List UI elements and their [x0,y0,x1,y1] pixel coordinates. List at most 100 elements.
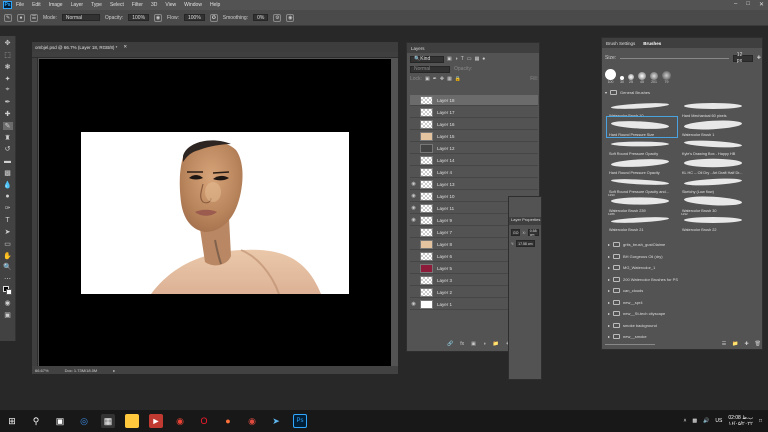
tab-brush-settings[interactable]: Brush Settings [606,41,635,46]
brush-tool-icon[interactable]: ✎ [2,121,13,131]
brush-folder[interactable]: ▸ BH Gorgeous Oil (dry) [608,253,663,259]
network-icon[interactable]: ▩ [692,418,697,424]
preset-brush-4[interactable]: 45 [638,72,646,84]
menu-image[interactable]: Image [49,2,63,8]
layer-filter-select[interactable]: 🔍 Kind [410,55,444,63]
add-mask-icon[interactable]: ▣ [471,341,476,349]
minimize-icon[interactable]: – [734,1,737,8]
maximize-icon[interactable]: □ [746,1,750,8]
brush-settings-icon[interactable]: ☰ [30,13,38,22]
brush-preset[interactable]: Watercolor Brush 30 [680,193,750,213]
smoothing-settings-icon[interactable]: ⚙ [273,13,282,22]
preset-brush-1[interactable]: 100 [605,69,616,84]
size-slider[interactable] [620,57,729,59]
calculator-icon[interactable]: ▦ [101,414,115,428]
tab-brushes[interactable]: Brushes [643,41,661,46]
brush-preset[interactable]: Watercolor Brush 21 1286 [607,212,677,232]
adjustment-layer-icon[interactable]: ◑ [483,341,486,349]
brush-folder[interactable]: ▸ 200 Watercolor Brushes for PS [608,276,678,282]
telegram-icon[interactable]: ➤ [269,414,283,428]
brush-preset[interactable]: Watercolor Brush 239 1293 [607,193,677,213]
size-input[interactable]: 12 px [732,52,753,64]
general-brushes-group[interactable]: ▾ General Brushes [605,90,650,95]
brush-preset[interactable]: Soft Round Pressure Opacity [607,136,677,156]
pen-tool-icon[interactable]: ✑ [3,204,13,213]
brush-size-icon[interactable]: ● [17,13,25,22]
menu-layer[interactable]: Layer [71,2,84,8]
mode-select[interactable]: Normal [61,14,100,21]
fx-icon[interactable]: fx [460,341,464,349]
visibility-eye-icon[interactable]: ◉ [410,205,417,211]
brush-preset[interactable]: Watercolor Brush 1 [680,117,750,137]
flow-input[interactable]: 100% [184,14,205,21]
menu-help[interactable]: Help [210,2,220,8]
eyedropper-tool-icon[interactable]: ✒ [3,98,13,107]
pressure-opacity-icon[interactable]: ◉ [154,13,163,22]
lock-artboard-icon[interactable]: ▦ [447,76,452,82]
eraser-tool-icon[interactable]: ▬ [3,157,13,166]
more-tools-icon[interactable]: ⋯ [3,275,13,284]
layer-row[interactable]: ◉ Layer 13 [410,179,538,190]
magic-wand-tool-icon[interactable]: ✦ [3,74,13,83]
layer-row[interactable]: Layer 17 [410,107,538,118]
layer-row[interactable]: Layer 14 [410,155,538,166]
artwork-canvas[interactable] [81,132,349,294]
layers-tab[interactable]: Layers [407,43,539,53]
marquee-tool-icon[interactable]: ⬚ [3,51,13,60]
visibility-eye-icon[interactable]: ◉ [410,193,417,199]
photoshop-taskbar-icon[interactable]: Ps [293,414,307,428]
filter-adjust-icon[interactable]: ◑ [455,56,458,62]
lock-pixels-icon[interactable]: ▣ [425,76,430,82]
smoothing-input[interactable]: 0% [253,14,269,21]
delete-brush-icon[interactable]: 🗑 [755,341,761,347]
layer-row[interactable]: Layer 18 [410,95,538,106]
new-preset-icon[interactable]: ✚ [757,55,761,61]
w-input[interactable]: 0.58 cm [527,229,539,237]
visibility-eye-icon[interactable]: ◉ [410,301,417,307]
file-explorer-icon[interactable] [125,414,139,428]
dodge-tool-icon[interactable]: ● [3,192,13,201]
brush-preset[interactable]: Kyle's Drawing Box - Happy HB [680,136,750,156]
hand-tool-icon[interactable]: ✋ [3,251,13,260]
brush-folder[interactable]: ▸ new__smoke [608,334,647,339]
airbrush-icon[interactable]: ✪ [209,13,218,22]
brush-preset[interactable]: Hard Mechanical 60 pixels [680,98,750,118]
brush-folder[interactable]: ▸ MG_Watercolor_1 [608,265,655,270]
history-brush-tool-icon[interactable]: ↺ [3,145,13,154]
quick-mask-icon[interactable]: ◉ [3,299,13,308]
shape-tool-icon[interactable]: ▭ [3,240,13,249]
brush-preset[interactable]: Soft Round Pressure Opacity and... [607,174,677,194]
filter-shape-icon[interactable]: ▭ [467,56,472,62]
color-swatches-icon[interactable] [2,286,13,296]
pressure-size-icon[interactable]: ◉ [286,13,295,22]
menu-edit[interactable]: Edit [32,2,41,8]
blur-tool-icon[interactable]: 💧 [3,181,13,190]
clone-stamp-tool-icon[interactable]: ♜ [3,133,13,142]
menu-3d[interactable]: 3D [151,2,157,8]
firefox-icon[interactable]: ● [221,414,235,428]
windows-start-icon[interactable]: ⊞ [5,414,19,428]
lock-paint-icon[interactable]: ✒ [433,76,437,82]
filter-pixel-icon[interactable]: ▣ [447,56,452,62]
menu-select[interactable]: Select [110,2,124,8]
brush-tool-icon[interactable]: ✎ [4,13,12,22]
brush-preset[interactable]: Sketchy (Low flow) [680,174,750,194]
brush-folder[interactable]: ▸ can_clouds [608,288,643,293]
h-input[interactable]: 17.58 cm [516,240,535,247]
chrome-icon[interactable]: ◉ [173,414,187,428]
canvas-area[interactable] [39,59,391,366]
notification-icon[interactable]: □ [759,418,762,424]
zoom-level[interactable]: 66.67% [35,368,49,373]
menu-window[interactable]: Window [184,2,202,8]
preset-brush-3[interactable]: 25 [628,74,634,84]
video-app-icon[interactable]: ► [149,414,163,428]
lock-position-icon[interactable]: ✥ [440,76,444,82]
path-selection-tool-icon[interactable]: ➤ [3,228,13,237]
type-tool-icon[interactable]: T [3,216,13,225]
brush-preset[interactable]: Hard Round Pressure Opacity [607,155,677,175]
lock-all-icon[interactable]: 🔒 [455,76,461,82]
preset-brush-5[interactable]: 201 [650,72,658,84]
visibility-eye-icon[interactable]: ◉ [410,217,417,223]
tray-arrow-icon[interactable]: ˄ [683,418,686,424]
go-button[interactable]: GO [511,229,521,236]
